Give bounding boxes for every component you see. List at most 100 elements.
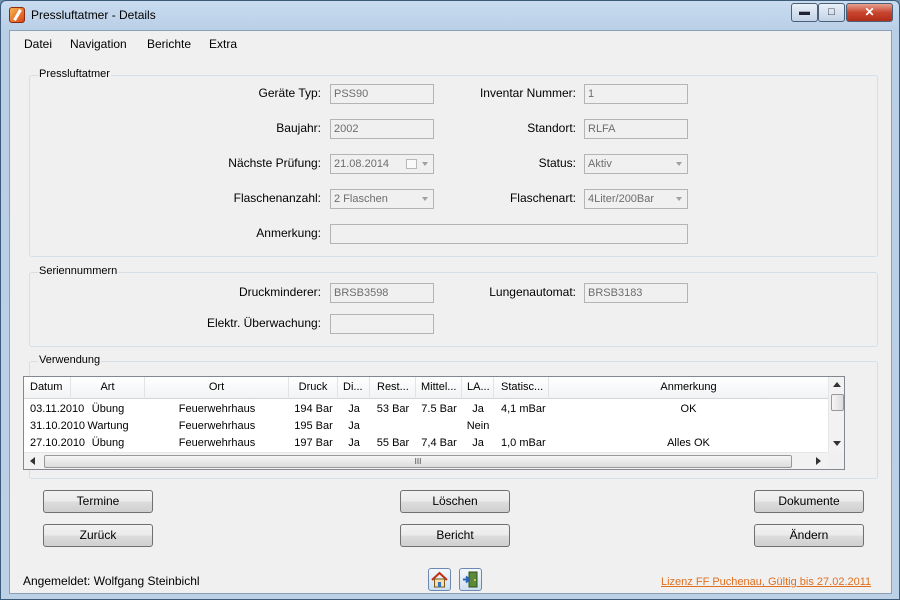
scroll-right-icon[interactable] [816, 457, 821, 465]
col-anmerkung-header[interactable]: Anmerkung [549, 377, 828, 399]
cell-ort: Feuerwehrhaus [178, 420, 256, 432]
horizontal-scroll-thumb[interactable]: III [44, 455, 792, 468]
app-icon [9, 7, 25, 23]
verwendung-table[interactable]: Datum Art Ort Druck Di... Rest... Mittel… [23, 376, 845, 470]
naechste-pruefung-value: 21.08.2014 [334, 158, 390, 170]
flaschenanzahl-value: 2 Flaschen [334, 193, 388, 205]
cell-art: Übung [91, 403, 125, 415]
cell-di: Ja [348, 403, 360, 415]
cell-di: Ja [348, 420, 360, 432]
flaschenart-value: 4Liter/200Bar [588, 193, 655, 205]
cell-anmerkung: Alles OK [667, 437, 710, 449]
col-statisch-header[interactable]: Statisc... [494, 377, 549, 399]
vertical-scrollbar[interactable] [828, 377, 844, 452]
col-datum-header[interactable]: Datum [24, 377, 71, 399]
cell-rest [370, 418, 416, 435]
pressluftatmer-group: Pressluftatmer Geräte Typ: PSS90 Inventa… [29, 68, 878, 257]
table-row[interactable]: 31.10.2010 Wartung Feuerwehrhaus 195 Bar… [24, 418, 828, 435]
geraete-typ-label: Geräte Typ: [258, 86, 321, 100]
col-di-header[interactable]: Di... [338, 377, 370, 399]
elektr-ueberwachung-label: Elektr. Überwachung: [206, 316, 321, 330]
main-window: Pressluftatmer - Details ▬ □ ✕ Datei Nav… [0, 0, 900, 600]
table-header: Datum Art Ort Druck Di... Rest... Mittel… [24, 377, 828, 399]
cell-rest: 55 Bar [376, 437, 410, 449]
anmerkung-label: Anmerkung: [256, 226, 321, 240]
inventar-nummer-label: Inventar Nummer: [479, 86, 576, 100]
elektr-ueberwachung-field[interactable] [330, 314, 434, 334]
horizontal-scrollbar[interactable]: III [24, 452, 828, 469]
cell-anmerkung: OK [680, 403, 697, 415]
minimize-button[interactable]: ▬ [791, 3, 818, 22]
chevron-down-icon[interactable] [417, 190, 433, 208]
loeschen-button[interactable]: Löschen [400, 490, 510, 513]
scroll-left-icon[interactable] [30, 457, 35, 465]
calendar-icon[interactable] [406, 159, 417, 169]
cell-rest: 53 Bar [376, 403, 410, 415]
scroll-down-icon[interactable] [833, 441, 841, 446]
col-ort-header[interactable]: Ort [145, 377, 289, 399]
client-area: Datei Navigation Berichte Extra Pressluf… [9, 30, 892, 594]
scroll-up-icon[interactable] [833, 382, 841, 387]
table-row[interactable]: 03.11.2010 Übung Feuerwehrhaus 194 Bar J… [24, 401, 828, 418]
col-mittel-header[interactable]: Mittel... [416, 377, 462, 399]
menu-berichte[interactable]: Berichte [147, 37, 191, 51]
status-value: Aktiv [588, 158, 612, 170]
chevron-down-icon[interactable] [417, 155, 433, 173]
cell-art: Übung [91, 437, 125, 449]
status-select[interactable]: Aktiv [584, 154, 688, 174]
logged-in-user: Angemeldet: Wolfgang Steinbichl [23, 574, 200, 588]
scrollbar-corner [828, 452, 844, 469]
col-art-header[interactable]: Art [71, 377, 145, 399]
zurueck-button[interactable]: Zurück [43, 524, 153, 547]
naechste-pruefung-datepicker[interactable]: 21.08.2014 [330, 154, 434, 174]
chevron-down-icon[interactable] [671, 190, 687, 208]
cell-statisch: 1,0 mBar [501, 437, 546, 449]
cell-mittel [416, 418, 462, 435]
cell-ort: Feuerwehrhaus [178, 403, 256, 415]
lungenautomat-label: Lungenautomat: [489, 285, 576, 299]
termine-button[interactable]: Termine [43, 490, 153, 513]
vertical-scroll-thumb[interactable] [831, 394, 844, 411]
geraete-typ-field[interactable]: PSS90 [330, 84, 434, 104]
druckminderer-field[interactable]: BRSB3598 [330, 283, 434, 303]
menu-datei[interactable]: Datei [24, 37, 52, 51]
col-druck-header[interactable]: Druck [289, 377, 338, 399]
aendern-button[interactable]: Ändern [754, 524, 864, 547]
pressluftatmer-legend: Pressluftatmer [38, 68, 111, 80]
menu-navigation[interactable]: Navigation [70, 37, 127, 51]
dokumente-button[interactable]: Dokumente [754, 490, 864, 513]
home-icon [431, 571, 448, 588]
baujahr-field[interactable]: 2002 [330, 119, 434, 139]
close-button[interactable]: ✕ [846, 3, 893, 22]
lungenautomat-field[interactable]: BRSB3183 [584, 283, 688, 303]
chevron-down-icon[interactable] [671, 155, 687, 173]
standort-field[interactable]: RLFA [584, 119, 688, 139]
inventar-nummer-field[interactable]: 1 [584, 84, 688, 104]
cell-druck: 195 Bar [294, 420, 333, 432]
cell-statisch: 4,1 mBar [501, 403, 546, 415]
verwendung-legend: Verwendung [38, 354, 102, 366]
flaschenanzahl-label: Flaschenanzahl: [233, 191, 321, 205]
col-la-header[interactable]: LA... [462, 377, 494, 399]
cell-art: Wartung [87, 420, 129, 432]
home-button[interactable] [428, 568, 451, 591]
cell-mittel: 7,4 Bar [421, 437, 457, 449]
col-rest-header[interactable]: Rest... [370, 377, 416, 399]
cell-druck: 197 Bar [294, 437, 333, 449]
maximize-button[interactable]: □ [818, 3, 845, 22]
exit-door-icon [463, 571, 478, 588]
cell-druck: 194 Bar [294, 403, 333, 415]
license-link[interactable]: Lizenz FF Puchenau, Gültig bis 27.02.201… [661, 576, 871, 588]
anmerkung-field[interactable] [330, 224, 688, 244]
cell-ort: Feuerwehrhaus [178, 437, 256, 449]
status-label: Status: [538, 156, 576, 170]
druckminderer-label: Druckminderer: [238, 285, 321, 299]
table-row[interactable]: 27.10.2010 Übung Feuerwehrhaus 197 Bar J… [24, 435, 828, 452]
flaschenart-select[interactable]: 4Liter/200Bar [584, 189, 688, 209]
cell-anmerkung [549, 418, 828, 435]
standort-label: Standort: [527, 121, 576, 135]
bericht-button[interactable]: Bericht [400, 524, 510, 547]
flaschenanzahl-select[interactable]: 2 Flaschen [330, 189, 434, 209]
menu-extra[interactable]: Extra [209, 37, 237, 51]
exit-button[interactable] [459, 568, 482, 591]
